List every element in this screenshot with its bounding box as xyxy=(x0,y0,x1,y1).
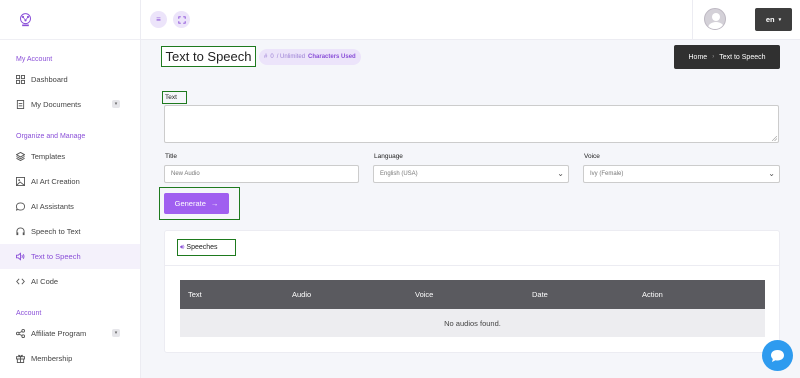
sidebar-item-label: AI Code xyxy=(31,277,59,286)
headphones-icon xyxy=(16,227,25,236)
sidebar-item-label: AI Assistants xyxy=(31,202,74,211)
voice-select-value: Ivy (Female) xyxy=(590,171,624,177)
language-value: en xyxy=(765,15,775,24)
generate-label: Generate xyxy=(174,199,206,208)
empty-message: No audios found. xyxy=(444,318,501,328)
speaker-icon: 🔊︎ xyxy=(180,243,185,251)
chat-bubble-icon xyxy=(771,349,784,362)
voice-select[interactable]: Ivy (Female) ⌄ xyxy=(583,165,780,183)
generate-wrapper: Generate → xyxy=(159,187,240,220)
column-header: Action xyxy=(642,290,663,299)
section-my-account: My Account xyxy=(16,56,53,63)
layers-icon xyxy=(16,152,25,161)
share-icon xyxy=(16,329,25,338)
chevron-down-icon: ⌄ xyxy=(768,169,775,178)
breadcrumb-current: Text to Speech xyxy=(719,53,766,61)
sidebar-item-text-to-speech[interactable]: Text to Speech xyxy=(0,244,140,269)
breadcrumb: Home › Text to Speech xyxy=(674,45,780,69)
sidebar-item-my-documents[interactable]: My Documents ▾ xyxy=(0,92,140,117)
language-dropdown[interactable]: en ▾ xyxy=(755,8,792,31)
language-label: Language xyxy=(374,153,403,160)
sidebar: My Account Dashboard My Documents ▾ Orga… xyxy=(0,0,141,378)
title-placeholder: New Audio xyxy=(171,171,200,177)
table-empty-row: No audios found. xyxy=(180,309,765,337)
speaker-icon xyxy=(16,252,25,261)
fullscreen-icon xyxy=(177,15,186,24)
document-icon xyxy=(16,100,25,109)
chevron-right-icon: › xyxy=(712,54,715,60)
text-label: Text xyxy=(162,91,187,104)
column-header: Text xyxy=(188,290,202,299)
avatar[interactable] xyxy=(704,8,726,30)
sidebar-item-label: Affiliate Program xyxy=(31,329,87,338)
table-header: Text Audio Voice Date Action xyxy=(180,280,765,309)
language-select-value: English (USA) xyxy=(380,171,418,177)
sidebar-item-templates[interactable]: Templates xyxy=(0,144,140,169)
sidebar-item-membership[interactable]: Membership xyxy=(0,346,140,371)
grid-icon xyxy=(16,75,25,84)
text-input[interactable] xyxy=(164,105,779,143)
sidebar-item-ai-code[interactable]: AI Code xyxy=(0,269,140,294)
arrow-right-icon: → xyxy=(210,199,219,208)
logo-area xyxy=(0,0,140,40)
chat-widget-button[interactable] xyxy=(762,340,793,371)
main-content: Text to Speech # 0 / Unlimited Character… xyxy=(141,40,800,378)
topbar-divider xyxy=(692,0,693,40)
resize-handle-icon[interactable] xyxy=(772,136,777,141)
sidebar-item-ai-art[interactable]: AI Art Creation xyxy=(0,169,140,194)
section-organize: Organize and Manage xyxy=(16,133,86,140)
language-select[interactable]: English (USA) ⌄ xyxy=(373,165,569,183)
image-icon xyxy=(16,177,25,186)
sidebar-item-label: Speech to Text xyxy=(31,227,81,236)
sidebar-item-speech-to-text[interactable]: Speech to Text xyxy=(0,219,140,244)
column-header: Voice xyxy=(415,290,434,299)
usage-count: 0 xyxy=(270,54,274,60)
speeches-title: Speeches xyxy=(186,244,218,251)
sidebar-item-label: AI Art Creation xyxy=(31,177,80,186)
avatar-body xyxy=(708,22,724,29)
fullscreen-button[interactable] xyxy=(173,11,190,28)
gift-icon xyxy=(16,354,25,363)
hamburger-icon: ≡ xyxy=(156,15,161,24)
breadcrumb-home[interactable]: Home xyxy=(689,54,708,61)
page-title: Text to Speech xyxy=(161,46,256,67)
chevron-down-icon: ⌄ xyxy=(557,169,564,178)
voice-label: Voice xyxy=(584,153,600,160)
sidebar-item-label: Membership xyxy=(31,354,73,363)
hash-icon: # xyxy=(264,54,268,60)
brain-logo-icon[interactable] xyxy=(17,12,34,27)
menu-toggle-button[interactable]: ≡ xyxy=(150,11,167,28)
speeches-heading: 🔊︎ Speeches xyxy=(177,239,236,256)
usage-limit: / Unlimited xyxy=(276,54,306,60)
sidebar-item-ai-assistants[interactable]: AI Assistants xyxy=(0,194,140,219)
usage-badge: # 0 / Unlimited Characters Used xyxy=(259,49,361,65)
generate-button[interactable]: Generate → xyxy=(164,193,229,214)
sidebar-item-label: Templates xyxy=(31,152,66,161)
section-account: Account xyxy=(16,310,42,317)
usage-label: Characters Used xyxy=(308,54,356,60)
sidebar-item-label: Text to Speech xyxy=(31,252,81,261)
sidebar-item-dashboard[interactable]: Dashboard xyxy=(0,67,140,92)
chevron-down-icon[interactable]: ▾ xyxy=(112,100,120,108)
avatar-head xyxy=(712,13,720,21)
speeches-card: 🔊︎ Speeches Text Audio Voice Date Action… xyxy=(164,230,780,353)
card-divider xyxy=(165,265,779,266)
sidebar-item-label: My Documents xyxy=(31,100,82,109)
sidebar-item-affiliate[interactable]: Affiliate Program ▾ xyxy=(0,321,140,346)
code-icon xyxy=(16,277,25,286)
chat-bubble-icon xyxy=(16,202,25,211)
column-header: Date xyxy=(532,290,548,299)
topbar: ≡ en ▾ xyxy=(141,0,800,40)
sidebar-item-label: Dashboard xyxy=(31,75,68,84)
title-label: Title xyxy=(165,153,178,160)
chevron-down-icon: ▾ xyxy=(778,16,782,23)
column-header: Audio xyxy=(292,290,312,299)
title-field[interactable]: New Audio xyxy=(164,165,359,183)
chevron-down-icon[interactable]: ▾ xyxy=(112,329,120,337)
